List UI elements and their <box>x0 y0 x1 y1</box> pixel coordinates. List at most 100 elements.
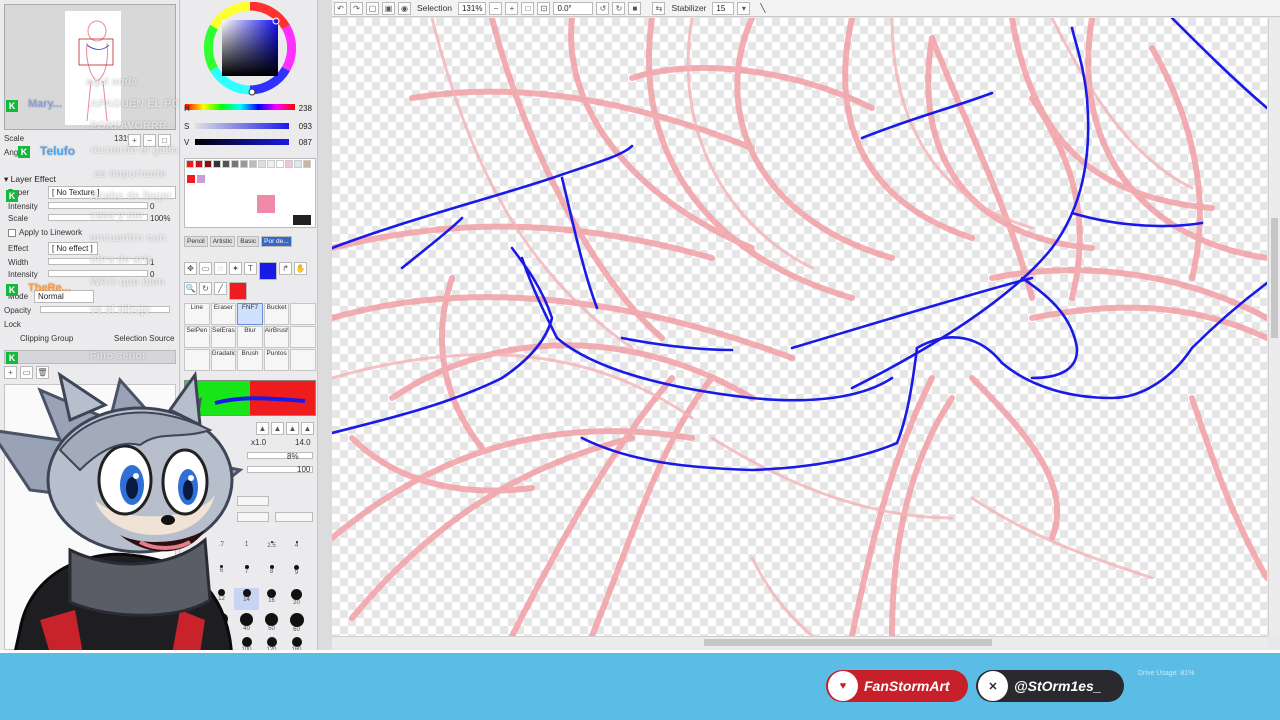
palette-swatch[interactable] <box>240 160 248 168</box>
brush-tool-slot[interactable]: SelEras <box>210 326 237 348</box>
brush-tool-slot[interactable]: AirBrush <box>263 326 290 348</box>
undo-icon[interactable]: ↶ <box>334 1 347 15</box>
zoom-reset-icon[interactable]: □ <box>521 1 535 15</box>
vertical-scrollbar[interactable] <box>1268 18 1280 636</box>
palette-swatch[interactable] <box>195 160 203 168</box>
palette-swatch[interactable] <box>276 160 284 168</box>
stabilizer-dropdown-icon[interactable]: ▾ <box>737 1 751 15</box>
brush-shape-2-icon[interactable]: ▲ <box>271 422 284 435</box>
rotation-field[interactable]: 0.0° <box>553 1 594 15</box>
brush-size-option[interactable]: 20 <box>284 588 309 610</box>
rotate-right-icon[interactable]: ↻ <box>612 1 626 15</box>
zoom-fit-icon[interactable]: ⊡ <box>537 1 551 15</box>
brush-tool-slot[interactable] <box>290 349 316 371</box>
selection-label[interactable]: Selection <box>414 3 455 13</box>
fg-color-icon[interactable] <box>259 262 277 280</box>
brush-tool-slot[interactable] <box>290 303 316 325</box>
swatch-purple[interactable] <box>197 175 205 183</box>
brush-size-option[interactable]: 8 <box>259 564 284 586</box>
saturation-slider[interactable] <box>195 123 289 129</box>
zoom-icon[interactable]: 🔍 <box>184 282 197 295</box>
tab-basic[interactable]: Basic <box>237 236 260 247</box>
zoom-out-icon[interactable]: − <box>489 1 503 15</box>
zoom-field[interactable]: 131% <box>457 1 487 15</box>
palette-swatch[interactable] <box>294 160 302 168</box>
tab-pencil[interactable]: Pencil <box>184 236 208 247</box>
brush-tool-grid: Line Eraser FNF7 Bucket SelPen SelEras Blur Air… <box>184 303 316 371</box>
rotate-reset-icon[interactable]: ■ <box>628 1 642 15</box>
palette-swatch[interactable] <box>303 160 311 168</box>
drawing-canvas[interactable] <box>332 18 1267 636</box>
swatch-red[interactable] <box>187 175 195 183</box>
lasso-icon[interactable]: ◌ <box>214 262 227 275</box>
swatch-black[interactable] <box>293 215 311 225</box>
tab-custom[interactable]: Por de... <box>261 236 292 247</box>
palette-swatch[interactable] <box>213 160 221 168</box>
swap-color-icon[interactable]: ↱ <box>279 262 292 275</box>
select-rect-icon[interactable]: ▭ <box>199 262 212 275</box>
palette-swatch[interactable] <box>204 160 212 168</box>
palette-swatch[interactable] <box>186 160 194 168</box>
zoom-in-icon[interactable]: + <box>505 1 519 15</box>
flip-icon[interactable]: ⇆ <box>652 1 666 15</box>
palette-swatch[interactable] <box>267 160 275 168</box>
pen-icon[interactable]: ╲ <box>757 3 768 14</box>
hand-icon[interactable]: ✋ <box>294 262 307 275</box>
tab-artistic[interactable]: Artistic <box>209 236 236 247</box>
magic-wand-icon[interactable]: ✦ <box>229 262 242 275</box>
brush-size-option[interactable]: 4 <box>284 540 309 562</box>
bg-color-icon[interactable] <box>229 282 247 300</box>
palette-swatch[interactable] <box>258 160 266 168</box>
palette-swatch[interactable] <box>285 160 293 168</box>
brush-tool-slot[interactable]: Eraser <box>210 303 237 325</box>
brush-shape-4-icon[interactable]: ▲ <box>301 422 314 435</box>
brush-dot-icon <box>291 589 302 600</box>
selection-icon[interactable]: ◉ <box>398 1 411 15</box>
value-slider[interactable] <box>195 139 289 145</box>
stabilizer-field[interactable]: 15 <box>712 1 735 15</box>
color-swatches[interactable] <box>184 158 316 228</box>
brush-dot-icon <box>291 637 302 647</box>
brush-tool-slot[interactable] <box>290 326 316 348</box>
brush-tool-slot[interactable]: FNF7 <box>237 303 263 325</box>
horizontal-scrollbar[interactable] <box>332 636 1268 648</box>
brush-tool-slot[interactable]: Gradation <box>210 349 237 371</box>
rotate-left-icon[interactable]: ↺ <box>596 1 610 15</box>
deselect-icon[interactable]: ▢ <box>366 1 379 15</box>
redo-icon[interactable]: ↷ <box>350 1 363 15</box>
vertical-scroll-thumb[interactable] <box>1271 218 1278 338</box>
color-wheel[interactable] <box>196 2 304 98</box>
horizontal-scroll-thumb[interactable] <box>704 639 992 646</box>
brush-tool-slot[interactable] <box>184 349 210 371</box>
brush-tool-slot[interactable]: SelPen <box>184 326 210 348</box>
fanstormart-badge[interactable]: ♥ FanStormArt <box>826 670 968 702</box>
palette-swatch[interactable] <box>222 160 230 168</box>
chat-line-10: WAO que bien <box>90 276 165 288</box>
handle-badge[interactable]: ✕ @StOrm1es_ <box>976 670 1124 702</box>
swatch-pink[interactable] <box>257 195 275 213</box>
brush-size-label: 4 <box>294 543 299 549</box>
brush-size-option[interactable]: 2.5 <box>259 540 284 562</box>
brush-shape-3-icon[interactable]: ▲ <box>286 422 299 435</box>
hue-slider[interactable] <box>195 105 289 111</box>
brush-tool-slot[interactable]: Bucket <box>263 303 290 325</box>
brush-tool-slot[interactable]: Puntos <box>263 349 290 371</box>
palette-swatch[interactable] <box>231 160 239 168</box>
move-icon[interactable]: ✥ <box>184 262 197 275</box>
brush-tool-slot[interactable]: Brush <box>237 349 263 371</box>
texture-amount-field[interactable] <box>275 512 313 522</box>
brush-size-option[interactable]: 60 <box>284 612 309 634</box>
brush-group-tabs: Pencil Artistic Basic Por de... <box>184 236 316 247</box>
brush-size-option[interactable]: 9 <box>284 564 309 586</box>
invert-icon[interactable]: ▣ <box>382 1 395 15</box>
eyedropper-icon[interactable]: ╱ <box>214 282 227 295</box>
palette-swatch[interactable] <box>249 160 257 168</box>
text-icon[interactable]: T <box>244 262 257 275</box>
rotate-icon[interactable]: ↻ <box>199 282 212 295</box>
brush-size-value[interactable]: 14.0 <box>295 438 311 447</box>
brush-size-label: 50 <box>268 626 275 632</box>
brush-size-option[interactable]: 50 <box>259 612 284 634</box>
brush-tool-slot[interactable]: Line <box>184 303 210 325</box>
brush-size-option[interactable]: 16 <box>259 588 284 610</box>
brush-tool-slot[interactable]: Blur <box>237 326 263 348</box>
